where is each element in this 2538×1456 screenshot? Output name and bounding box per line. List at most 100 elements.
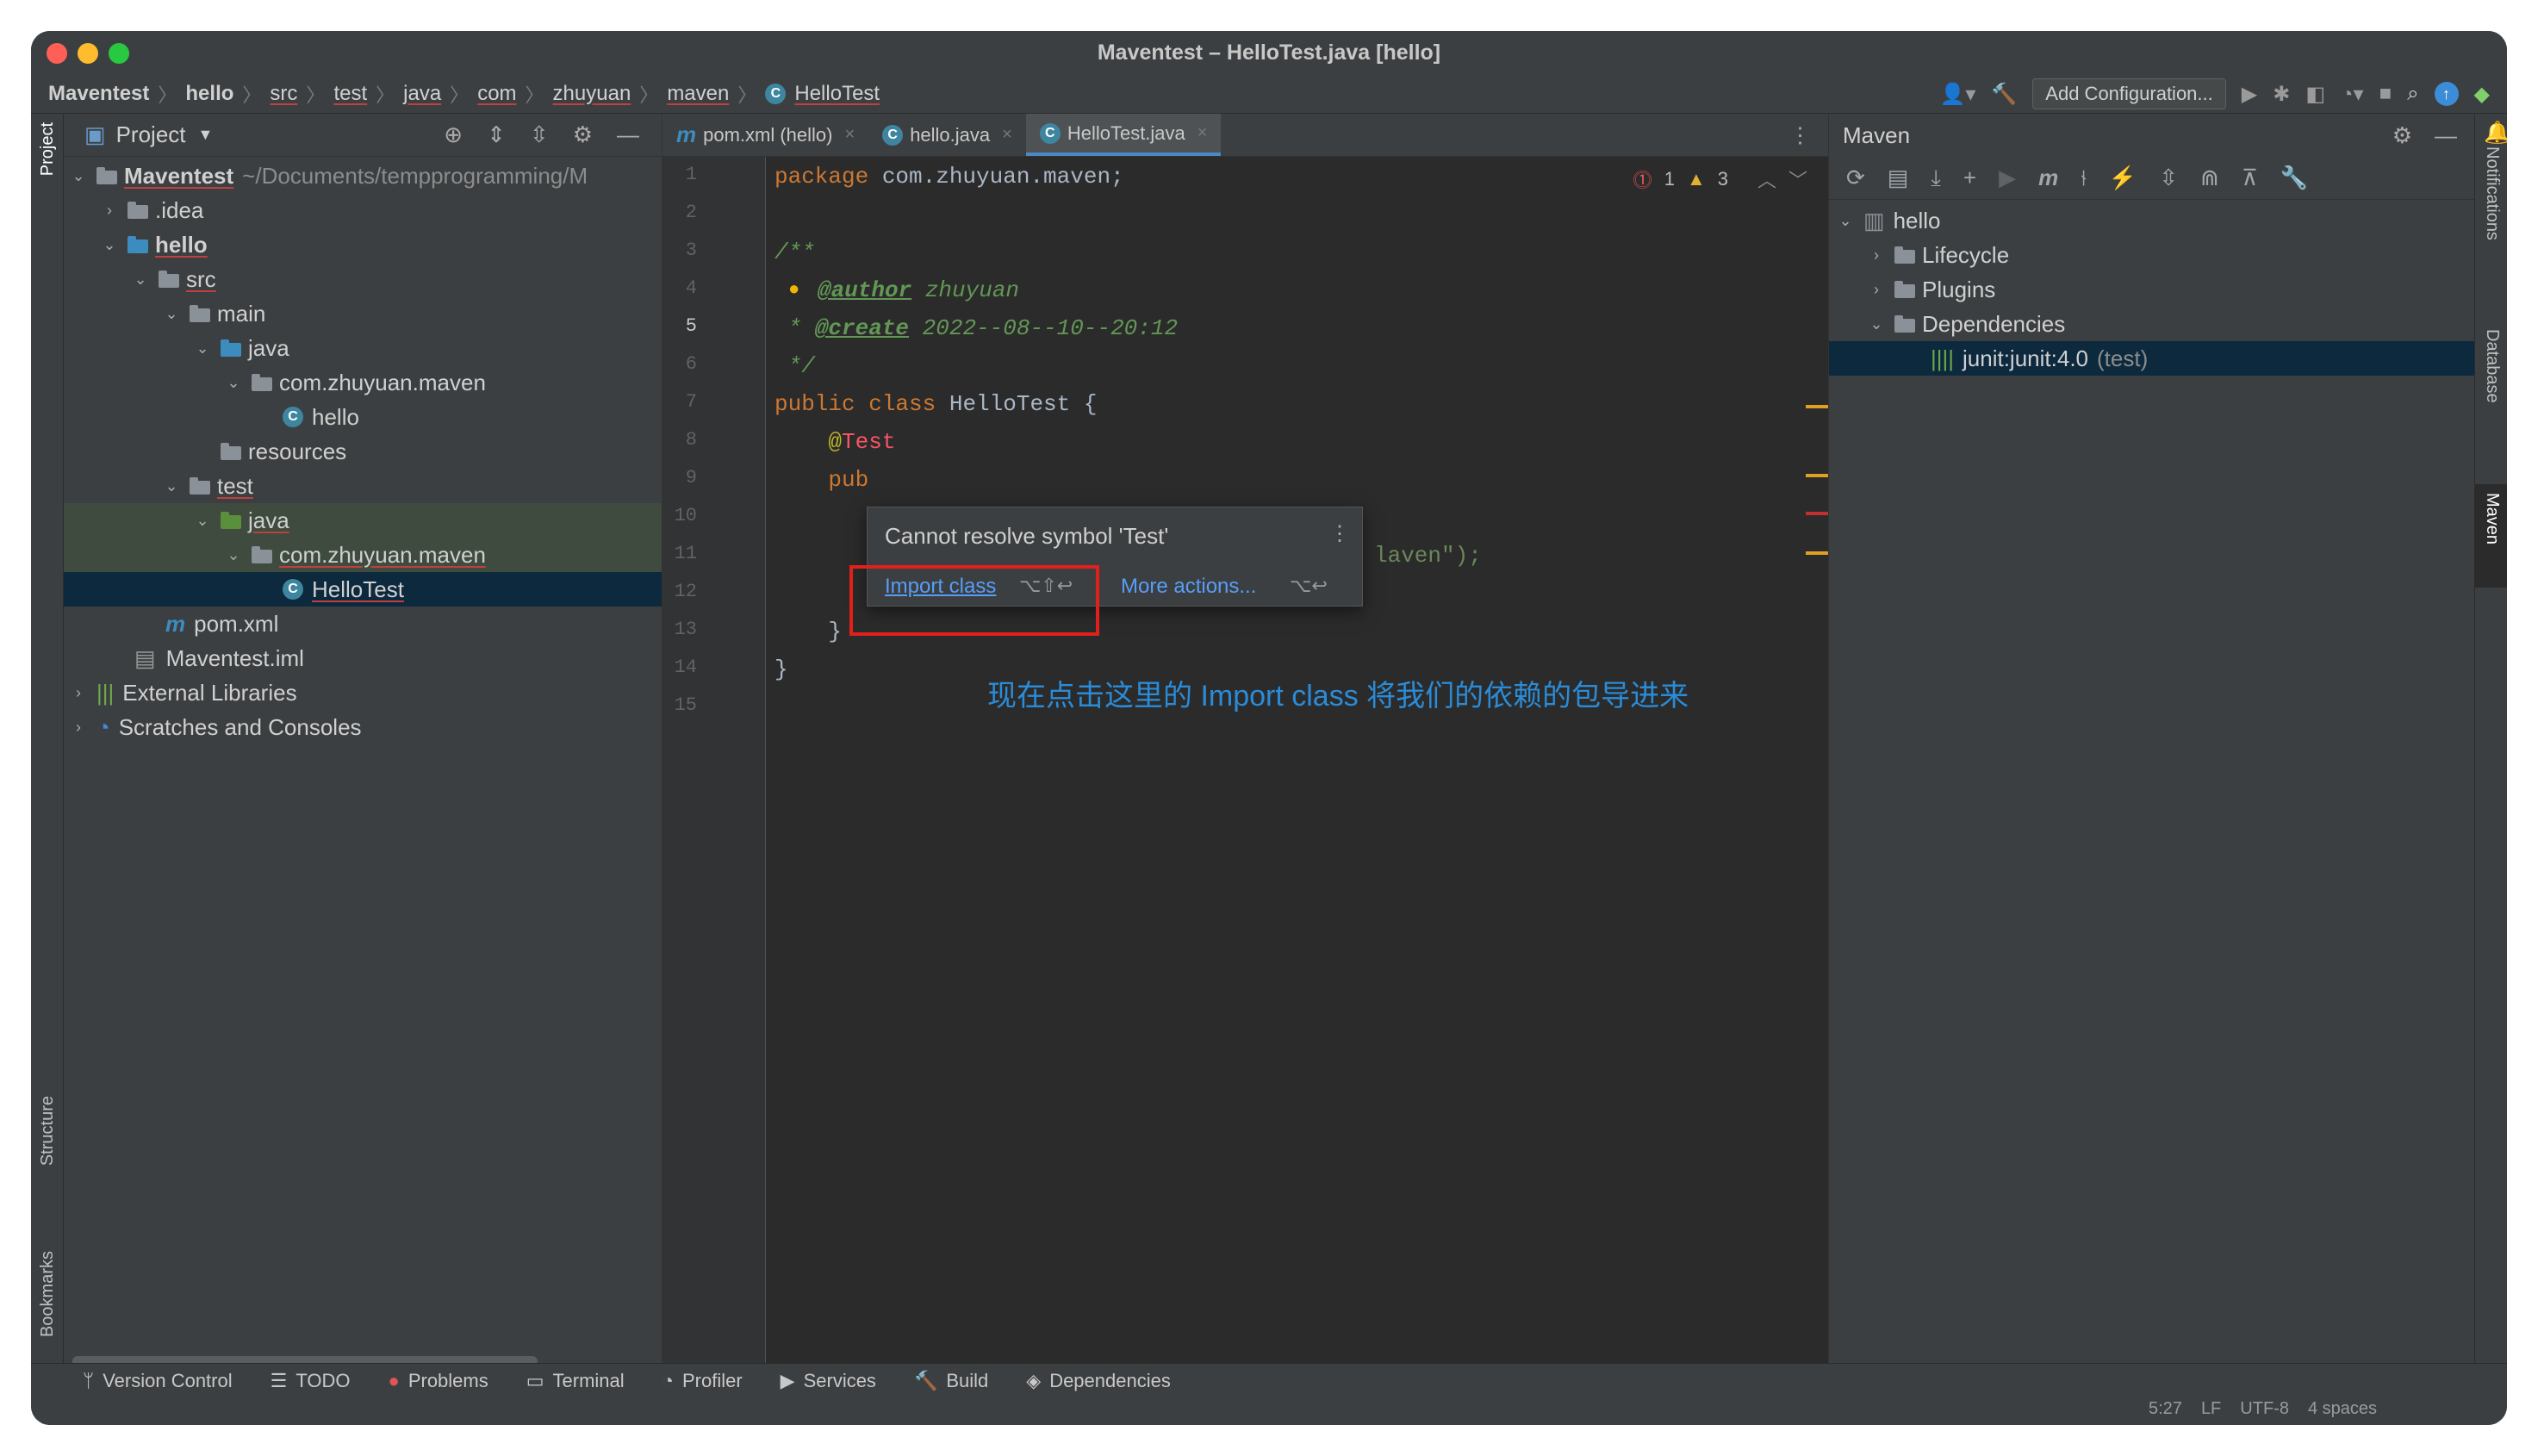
breadcrumb-item[interactable]: java — [403, 82, 441, 106]
code-line-8[interactable]: @Test — [774, 429, 895, 455]
maven-tool-button[interactable]: Maven — [2482, 493, 2502, 544]
coverage-icon[interactable]: ◧ — [2305, 82, 2325, 107]
close-tab-icon[interactable]: × — [1197, 123, 1208, 143]
code-line-1[interactable]: package com.zhuyuan.maven; — [774, 164, 1124, 190]
inspection-widget[interactable]: ⓵ 1 ▲ 3 ︿ ﹀ — [1633, 165, 1807, 193]
reload-icon[interactable]: ⟳ — [1846, 165, 1865, 191]
indent-setting[interactable]: 4 spaces — [2308, 1399, 2377, 1419]
error-stripe[interactable] — [1806, 512, 1828, 515]
show-dependencies-icon[interactable]: ⋒ — [2200, 165, 2219, 191]
toggle-offline-icon[interactable]: ⫮ — [2081, 165, 2087, 192]
breadcrumb-item[interactable]: src — [270, 82, 297, 106]
popup-menu-icon[interactable]: ⋮ — [1329, 521, 1350, 546]
breadcrumb-item[interactable]: test — [333, 82, 367, 106]
stop-icon[interactable]: ■ — [2379, 82, 2392, 106]
maven-tree-lifecycle[interactable]: › Lifecycle — [1829, 238, 2475, 272]
code-line-9[interactable]: pub — [774, 467, 868, 493]
line-separator[interactable]: LF — [2201, 1399, 2221, 1419]
bell-icon[interactable]: 🔔 — [2484, 121, 2507, 146]
tab-hello-java[interactable]: Chello.java × — [868, 114, 1026, 156]
breadcrumb-item[interactable]: maven — [667, 82, 729, 106]
code-line-5[interactable]: * @create 2022--08--10--20:12 — [774, 315, 1179, 341]
wrench-icon[interactable]: 🔧 — [2280, 165, 2308, 191]
tree-item-test-package[interactable]: ⌄ com.zhuyuan.maven — [64, 538, 662, 572]
breadcrumb-item[interactable]: HelloTest — [794, 82, 880, 106]
minimize-window-button[interactable] — [78, 43, 98, 64]
breadcrumb-item[interactable]: Maventest — [48, 82, 149, 106]
run-icon[interactable]: ▶ — [1999, 165, 2016, 191]
breadcrumb-item[interactable]: hello — [185, 82, 233, 106]
maven-tree-junit[interactable]: |||| junit:junit:4.0 (test) — [1829, 341, 2475, 376]
warning-stripe[interactable] — [1806, 405, 1828, 408]
code-line-11[interactable]: laven"); — [1374, 543, 1482, 569]
profile-icon[interactable]: ◔▾ — [2341, 82, 2364, 107]
maven-tree-plugins[interactable]: › Plugins — [1829, 272, 2475, 307]
chevron-down-icon[interactable]: ▼ — [198, 126, 214, 144]
lightbulb-icon[interactable]: ● — [788, 277, 799, 300]
tree-item-maventest[interactable]: ⌄ Maventest ~/Documents/tempprogramming/M — [64, 159, 662, 193]
generate-sources-icon[interactable]: ▤ — [1888, 165, 1909, 191]
code-line-7[interactable]: public class HelloTest { — [774, 391, 1097, 417]
breadcrumb-item[interactable]: zhuyuan — [553, 82, 631, 106]
gear-icon[interactable]: ⚙ — [573, 121, 593, 148]
notifications-tool-button[interactable]: Notifications — [2482, 146, 2502, 240]
analyze-icon[interactable]: ⊼ — [2242, 165, 2258, 191]
code-line-14[interactable]: } — [774, 656, 788, 682]
dependencies-button[interactable]: ◈ Dependencies — [1026, 1370, 1171, 1392]
tree-item-idea[interactable]: › .idea — [64, 193, 662, 227]
debug-icon[interactable]: ✱ — [2273, 82, 2290, 107]
warning-stripe[interactable] — [1806, 551, 1828, 555]
build-button[interactable]: 🔨 Build — [914, 1370, 988, 1392]
database-tool-button[interactable]: Database — [2482, 329, 2502, 403]
bookmarks-tool-button[interactable]: Bookmarks — [38, 1251, 58, 1337]
add-icon[interactable]: + — [1963, 165, 1976, 191]
caret-position[interactable]: 5:27 — [2149, 1399, 2182, 1419]
hide-icon[interactable]: — — [617, 121, 639, 148]
close-window-button[interactable] — [47, 43, 67, 64]
tree-item-pom[interactable]: m pom.xml — [64, 607, 662, 641]
download-icon[interactable]: ⤓ — [1931, 165, 1941, 192]
structure-tool-button[interactable]: Structure — [38, 1096, 58, 1166]
user-icon[interactable]: 👤▾ — [1939, 82, 1975, 107]
warning-stripe[interactable] — [1806, 474, 1828, 477]
collapse-all-icon[interactable]: ⇳ — [530, 121, 549, 148]
tree-item-test[interactable]: ⌄ test — [64, 469, 662, 503]
maven-tree-dependencies[interactable]: ⌄ Dependencies — [1829, 307, 2475, 341]
code-line-6[interactable]: */ — [774, 353, 815, 379]
next-highlight-icon[interactable]: ﹀ — [1788, 165, 1807, 193]
search-icon[interactable]: ⌕ — [2407, 82, 2418, 106]
tree-item-resources[interactable]: resources — [64, 434, 662, 469]
more-tabs-icon[interactable]: ⋮ — [1789, 122, 1811, 148]
tree-item-scratches[interactable]: › ◔ Scratches and Consoles — [64, 710, 662, 744]
skip-tests-icon[interactable]: ⚡ — [2109, 165, 2137, 191]
locate-icon[interactable]: ⊕ — [444, 121, 463, 148]
tree-item-iml[interactable]: ▤ Maventest.iml — [64, 641, 662, 675]
code-line-13[interactable]: } — [774, 619, 842, 644]
tree-item-external-libraries[interactable]: › ||| External Libraries — [64, 675, 662, 710]
project-view-selector[interactable]: Project — [116, 121, 186, 148]
close-tab-icon[interactable]: × — [1002, 125, 1012, 145]
plugin-logo-icon[interactable]: ◆ — [2474, 82, 2490, 107]
tree-item-main[interactable]: ⌄ main — [64, 296, 662, 331]
maven-tree-hello[interactable]: ⌄ ▥ hello — [1829, 203, 2475, 238]
services-button[interactable]: ▶ Services — [781, 1370, 876, 1392]
add-configuration-button[interactable]: Add Configuration... — [2032, 78, 2226, 109]
tree-item-src[interactable]: ⌄ src — [64, 262, 662, 296]
run-icon[interactable]: ▶ — [2242, 82, 2257, 107]
close-tab-icon[interactable]: × — [845, 125, 855, 145]
code-line-4[interactable]: @author zhuyuan — [818, 277, 1019, 303]
tree-item-test-java[interactable]: ⌄ java — [64, 503, 662, 538]
problems-button[interactable]: ● Problems — [389, 1370, 488, 1392]
more-actions-link[interactable]: More actions... — [1121, 575, 1256, 599]
tab-hellotest-java[interactable]: C HelloTest.java × — [1025, 114, 1222, 156]
breadcrumb-item[interactable]: com — [477, 82, 516, 106]
zoom-window-button[interactable] — [109, 43, 129, 64]
tree-item-hello-module[interactable]: ⌄ hello — [64, 227, 662, 262]
gear-icon[interactable]: ⚙ — [2392, 122, 2412, 149]
tree-item-hellotest-class[interactable]: C HelloTest — [64, 572, 662, 607]
code-line-3[interactable]: /** — [774, 240, 815, 265]
todo-button[interactable]: ☰ TODO — [271, 1370, 351, 1392]
build-hammer-icon[interactable]: 🔨 — [1991, 82, 2017, 107]
update-icon[interactable]: ↑ — [2434, 82, 2459, 106]
project-tool-button[interactable]: Project — [38, 122, 58, 176]
